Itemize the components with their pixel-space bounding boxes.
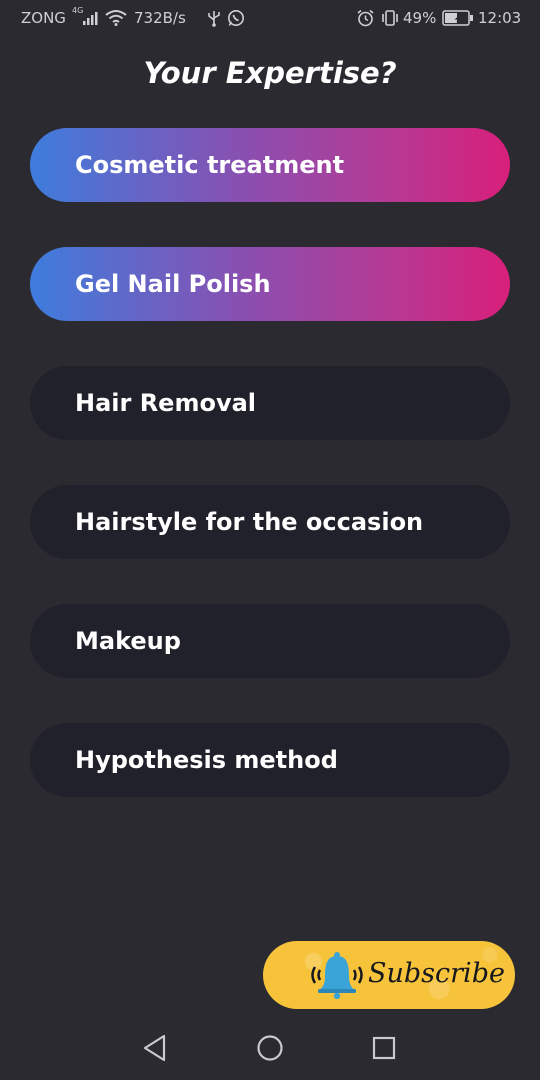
option-hair-removal[interactable]: Hair Removal (30, 366, 510, 440)
option-label: Gel Nail Polish (75, 270, 271, 298)
vibrate-icon (382, 10, 398, 26)
option-hypothesis-method[interactable]: Hypothesis method (30, 723, 510, 797)
option-label: Hair Removal (75, 389, 257, 417)
alarm-icon (357, 9, 374, 27)
status-bar: ZONG 4G 732B/s 49% 12:03 (0, 0, 540, 38)
option-makeup[interactable]: Makeup (30, 604, 510, 678)
bell-icon (311, 952, 363, 999)
usb-icon (208, 11, 220, 27)
back-triangle-icon[interactable] (141, 1033, 167, 1063)
clock: 12:03 (478, 9, 522, 27)
signal-icon (83, 12, 98, 25)
option-label: Makeup (75, 627, 181, 655)
subscribe-label: Subscribe (368, 958, 505, 989)
option-label: Cosmetic treatment (75, 151, 345, 179)
option-label: Hairstyle for the occasion (75, 508, 424, 536)
recents-square-icon[interactable] (372, 1036, 396, 1060)
battery-percent: 49% (403, 9, 437, 27)
whatsapp-icon (228, 10, 244, 26)
network-speed: 732B/s (134, 9, 186, 27)
page-title: Your Expertise? (143, 56, 397, 90)
wifi-icon (105, 10, 127, 26)
option-cosmetic-treatment[interactable]: Cosmetic treatment (30, 128, 510, 202)
subscribe-button[interactable]: Subscribe (263, 941, 515, 1009)
option-gel-nail-polish[interactable]: Gel Nail Polish (30, 247, 510, 321)
option-label: Hypothesis method (75, 746, 338, 774)
battery-icon (442, 10, 473, 26)
carrier-name: ZONG (21, 9, 66, 27)
home-circle-icon[interactable] (256, 1034, 284, 1062)
option-hairstyle[interactable]: Hairstyle for the occasion (30, 485, 510, 559)
